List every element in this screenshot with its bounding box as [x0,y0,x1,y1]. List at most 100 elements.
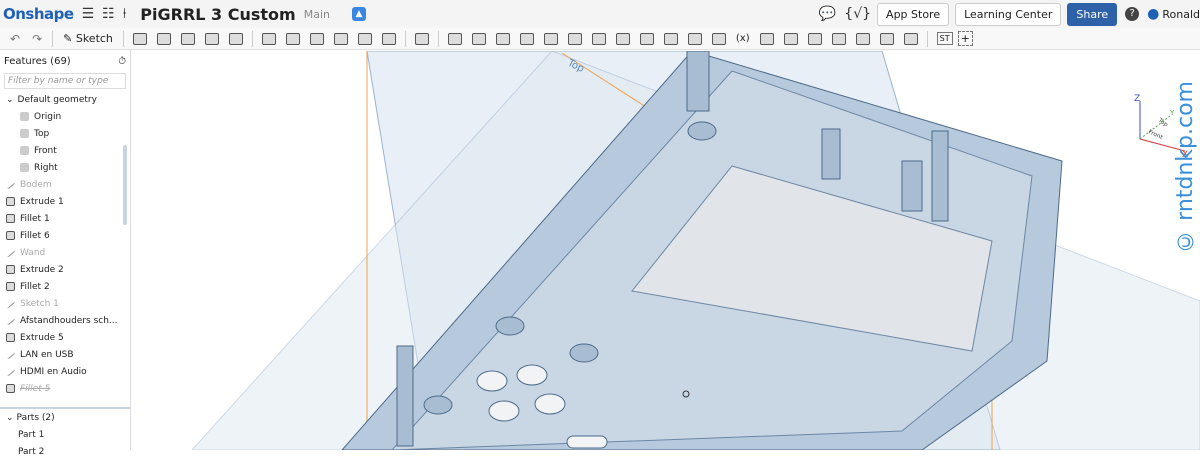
menu-icon[interactable]: ☰ [82,6,95,22]
user-name[interactable]: Ronald [1162,8,1200,21]
branch-label[interactable]: Main [304,8,330,21]
feature-item[interactable]: Right [0,159,130,176]
feature-label: Sketch 1 [20,298,59,309]
redo-icon[interactable]: ↷ [32,32,42,46]
sketch-icon [5,316,16,325]
sketch-button[interactable]: ✎ Sketch [63,32,113,45]
feature-label: Top [34,128,50,139]
delete-part-icon[interactable] [519,32,534,45]
onshape-logo[interactable]: Onshape [3,5,74,23]
feature-item[interactable]: ⌄ Default geometry [0,91,130,108]
feature-item[interactable]: HDMI en Audio [0,363,130,380]
parts-title: Parts (2) [16,412,55,423]
offset-surface-icon[interactable] [615,32,630,45]
variables-icon[interactable]: {√} [844,6,871,22]
form-icon[interactable] [855,32,870,45]
tab-icon[interactable] [807,32,822,45]
transform-icon[interactable] [495,32,510,45]
standard-content-button[interactable]: ST [936,32,953,45]
feature-item[interactable]: LAN en USB [0,346,130,363]
rib-icon[interactable] [333,32,348,45]
document-title[interactable]: PiGRRL 3 Custom [140,5,295,24]
sketch-icon [5,350,16,359]
feature-item[interactable]: Fillet 2 [0,278,130,295]
undo-icon[interactable]: ↶ [10,32,20,46]
feature-item[interactable]: Top [0,125,130,142]
sweep-icon[interactable] [180,32,195,45]
loft-icon[interactable] [204,32,219,45]
feature-icon [6,214,15,223]
split-icon[interactable] [471,32,486,45]
curve-icon[interactable] [711,32,726,45]
feature-label: Fillet 2 [20,281,50,292]
avatar[interactable]: ● [1147,6,1159,22]
rollback-timer-icon[interactable]: ⏱ [118,56,126,67]
feature-label: Extrude 1 [20,196,64,207]
replace-face-icon[interactable] [591,32,606,45]
mate-connector-icon[interactable] [663,32,678,45]
variable-icon[interactable]: (x) [736,33,750,44]
chamfer-icon[interactable] [285,32,300,45]
sketch-icon [5,299,16,308]
feature-item[interactable]: Bodem [0,176,130,193]
z-label: Z [1134,94,1140,104]
draft-icon[interactable] [309,32,324,45]
insert-icon[interactable]: ⍿ [123,6,127,22]
cube-top-face[interactable]: Top [1156,116,1169,128]
share-button[interactable]: Share [1067,2,1118,26]
feature-toolbar: ↶ ↷ ✎ Sketch (x) ST + [0,28,1200,50]
feature-label: LAN en USB [20,349,74,360]
helix-icon[interactable] [687,32,702,45]
feature-item[interactable]: Fillet 6 [0,227,130,244]
feature-item[interactable]: Fillet 1 [0,210,130,227]
model-canvas[interactable]: Top [132,51,1200,450]
top-bar: Onshape ☰ ☷ ⍿ PiGRRL 3 Custom Main ▲ 💬 {… [0,0,1200,28]
plane-icon [20,146,29,155]
hole-icon[interactable] [381,32,396,45]
move-face-icon[interactable] [567,32,582,45]
part-item[interactable]: Part 1 [0,426,131,443]
sheet-metal-icon[interactable] [759,32,774,45]
extrude-icon[interactable] [132,32,147,45]
add-custom-feature-icon[interactable]: + [957,31,973,46]
comment-icon[interactable]: 💬 [819,6,836,22]
boolean-icon[interactable] [447,32,462,45]
feature-item[interactable]: Front [0,142,130,159]
feature-label: Default geometry [17,94,97,105]
feature-item[interactable]: Afstandhouders sch... [0,312,130,329]
part-item[interactable]: Part 2 [0,443,131,460]
learning-center-button[interactable]: Learning Center [955,2,1062,26]
cube-front-face[interactable]: Front [1147,128,1164,141]
feature-item[interactable]: Wand [0,244,130,261]
learning-badge-icon[interactable]: ▲ [351,7,366,21]
feature-item[interactable]: Extrude 5 [0,329,130,346]
revolve-icon[interactable] [156,32,171,45]
parts-group[interactable]: ⌄ Parts (2) [0,409,131,426]
divider [404,30,406,47]
feature-filter-input[interactable]: Filter by name or type [4,73,126,89]
feature-label: Afstandhouders sch... [20,315,118,326]
feature-item[interactable]: Extrude 1 [0,193,130,210]
feature-list-scrollbar[interactable] [123,145,127,225]
feature-list-icon[interactable]: ☷ [102,6,115,22]
plane-icon[interactable] [639,32,654,45]
thicken-icon[interactable] [228,32,243,45]
app-store-button[interactable]: App Store [877,2,950,26]
modify-fillet-icon[interactable] [543,32,558,45]
plane-icon [20,129,29,138]
feature-item[interactable]: Extrude 2 [0,261,130,278]
feature-item[interactable]: Origin [0,108,130,125]
pattern-icon[interactable] [414,32,429,45]
shell-icon[interactable] [357,32,372,45]
finish-icon[interactable] [903,32,918,45]
hem-icon[interactable] [879,32,894,45]
sketch-icon [5,248,16,257]
flange-icon[interactable] [783,32,798,45]
feature-item[interactable]: Sketch 1 [0,295,130,312]
feature-item[interactable]: Fillet 5 [0,380,130,397]
fillet-icon[interactable] [261,32,276,45]
3d-viewport[interactable]: Top Z X Y Top Front © rntdnkp.com [132,51,1200,450]
help-icon[interactable]: ? [1125,7,1140,21]
bend-icon[interactable] [831,32,846,45]
chevron-down-icon[interactable]: ⌄ [6,95,14,105]
